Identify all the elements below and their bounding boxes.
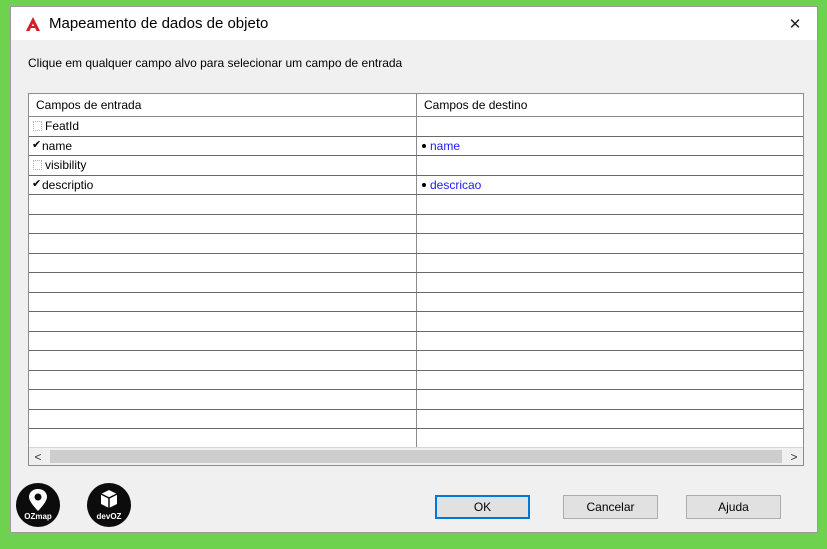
header-target-fields[interactable]: Campos de destino xyxy=(417,94,803,116)
title-bar: Mapeamento de dados de objeto ✕ xyxy=(11,7,817,40)
cancel-button[interactable]: Cancelar xyxy=(563,495,658,519)
instructions-text: Clique em qualquer campo alvo para selec… xyxy=(28,56,403,70)
table-row[interactable] xyxy=(29,351,803,371)
table-row[interactable]: ✔ name name xyxy=(29,137,803,156)
target-field-cell[interactable]: descricao xyxy=(422,178,481,192)
table-row[interactable] xyxy=(29,195,803,215)
help-button[interactable]: Ajuda xyxy=(686,495,781,519)
horizontal-scrollbar[interactable]: < > xyxy=(29,447,803,465)
scroll-left-arrow-icon[interactable]: < xyxy=(29,448,47,465)
input-field-label: FeatId xyxy=(45,119,80,133)
target-field-label: descricao xyxy=(430,177,482,192)
checked-checkbox-icon[interactable]: ✔ xyxy=(32,179,41,190)
input-field-cell[interactable]: ✔ descriptio xyxy=(32,178,93,192)
dialog-title: Mapeamento de dados de objeto xyxy=(49,15,269,32)
scroll-thumb[interactable] xyxy=(50,450,782,463)
bullet-icon xyxy=(422,143,426,148)
table-row[interactable] xyxy=(29,410,803,429)
object-data-mapping-dialog: Mapeamento de dados de objeto ✕ Clique e… xyxy=(10,6,818,533)
unchecked-checkbox-icon[interactable] xyxy=(33,160,42,170)
input-field-label: visibility xyxy=(45,158,87,172)
input-field-cell[interactable]: visibility xyxy=(32,158,86,172)
bullet-icon xyxy=(422,182,426,187)
table-row[interactable] xyxy=(29,234,803,254)
input-field-label: name xyxy=(42,138,73,153)
table-row[interactable] xyxy=(29,254,803,273)
input-field-cell[interactable]: ✔ name xyxy=(32,139,72,153)
table-row[interactable]: visibility xyxy=(29,156,803,176)
devoz-logo: devOZ xyxy=(87,483,131,527)
field-mapping-grid: Campos de entrada Campos de destino Feat… xyxy=(28,93,804,466)
table-row[interactable]: FeatId xyxy=(29,117,803,137)
close-icon: ✕ xyxy=(788,15,802,33)
autocad-icon xyxy=(26,17,40,31)
table-row[interactable]: ✔ descriptio descricao xyxy=(29,176,803,195)
table-row[interactable] xyxy=(29,312,803,332)
input-field-cell[interactable]: FeatId xyxy=(32,119,79,133)
checked-checkbox-icon[interactable]: ✔ xyxy=(32,140,41,151)
unchecked-checkbox-icon[interactable] xyxy=(33,121,42,131)
ozmap-logo: OZmap xyxy=(16,483,60,527)
table-row[interactable] xyxy=(29,332,803,351)
header-input-fields[interactable]: Campos de entrada xyxy=(29,94,416,116)
table-row[interactable] xyxy=(29,371,803,390)
scroll-right-arrow-icon[interactable]: > xyxy=(785,448,803,465)
input-field-label: descriptio xyxy=(42,177,94,192)
devoz-logo-text: devOZ xyxy=(96,512,122,521)
table-row[interactable] xyxy=(29,273,803,293)
ok-button[interactable]: OK xyxy=(435,495,530,519)
close-button[interactable]: ✕ xyxy=(773,7,817,40)
target-field-label: name xyxy=(430,138,461,153)
target-field-cell[interactable]: name xyxy=(422,139,460,153)
table-row[interactable] xyxy=(29,390,803,410)
table-row[interactable] xyxy=(29,293,803,312)
table-row[interactable] xyxy=(29,429,803,449)
table-row[interactable] xyxy=(29,215,803,234)
ozmap-logo-text: OZmap xyxy=(24,512,52,521)
